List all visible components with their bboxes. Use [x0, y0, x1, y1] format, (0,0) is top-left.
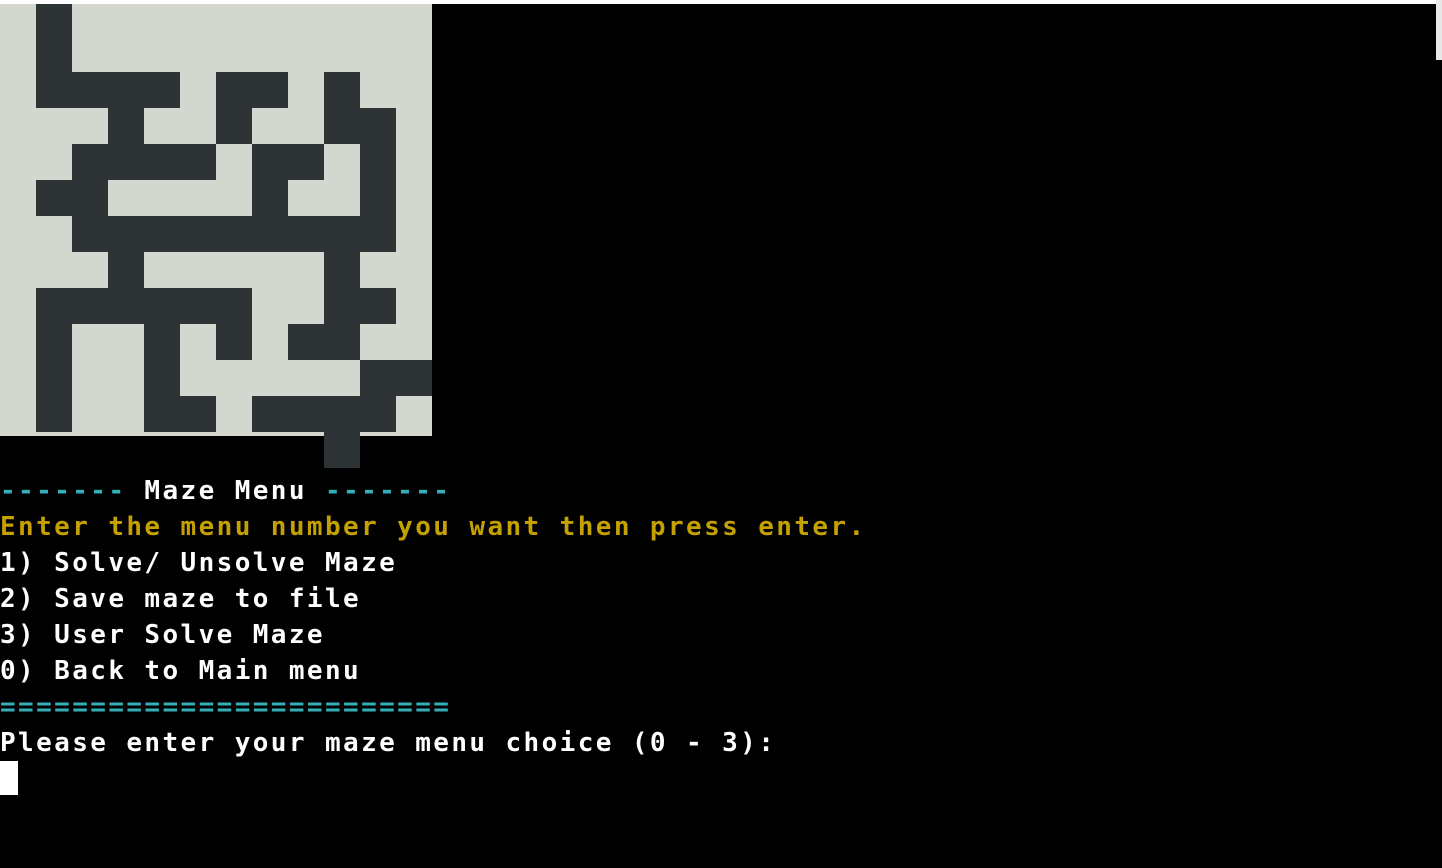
menu-option-solve: 1) Solve/ Unsolve Maze [0, 548, 398, 578]
maze-wall-cell [108, 288, 144, 324]
menu-title: Maze Menu [126, 476, 325, 506]
maze-wall-cell [72, 180, 108, 216]
maze-wall-cell [360, 108, 396, 144]
maze-wall-cell [252, 216, 288, 252]
maze-wall-cell [36, 288, 72, 324]
maze-wall-cell [72, 72, 108, 108]
maze-wall-cell [36, 36, 72, 72]
maze-wall-cell [108, 144, 144, 180]
maze-wall-cell [324, 432, 360, 468]
maze-wall-cell [216, 288, 252, 324]
maze-wall-cell [144, 360, 180, 396]
maze-wall-cell [360, 144, 396, 180]
maze-wall-cell [36, 324, 72, 360]
maze-wall-cell [144, 72, 180, 108]
menu-option-save: 2) Save maze to file [0, 584, 362, 614]
maze-wall-cell [360, 180, 396, 216]
maze-wall-cell [360, 216, 396, 252]
maze-wall-cell [216, 108, 252, 144]
maze-wall-cell [36, 4, 72, 40]
maze-wall-cell [216, 216, 252, 252]
maze-wall-cell [288, 216, 324, 252]
maze-wall-cell [108, 72, 144, 108]
maze-wall-cell [144, 396, 180, 432]
maze-wall-cell [36, 180, 72, 216]
maze-wall-cell [180, 396, 216, 432]
maze-wall-cell [252, 144, 288, 180]
maze-wall-cell [360, 288, 396, 324]
maze-wall-cell [288, 324, 324, 360]
maze-wall-cell [252, 180, 288, 216]
maze-wall-cell [72, 144, 108, 180]
menu-instruction: Enter the menu number you want then pres… [0, 512, 867, 542]
menu-separator: ========================= [0, 692, 452, 722]
maze-wall-cell [180, 144, 216, 180]
maze-wall-cell [324, 400, 360, 436]
maze-wall-cell [252, 72, 288, 108]
maze-wall-cell [108, 216, 144, 252]
maze-wall-cell [144, 324, 180, 360]
maze-wall-cell [324, 288, 360, 324]
maze-wall-cell [324, 72, 360, 108]
maze-wall-cell [252, 396, 288, 432]
maze-wall-cell [144, 288, 180, 324]
maze-wall-cell [180, 288, 216, 324]
menu-option-back: 0) Back to Main menu [0, 656, 362, 686]
menu-option-user-solve: 3) User Solve Maze [0, 620, 325, 650]
maze-grid [0, 4, 432, 468]
maze-wall-cell [144, 216, 180, 252]
maze-wall-cell [324, 252, 360, 288]
maze-wall-cell [36, 72, 72, 108]
maze-wall-cell [36, 360, 72, 396]
maze-wall-cell [180, 216, 216, 252]
menu-header: ------- Maze Menu ------- [0, 473, 451, 509]
menu-prompt: Please enter your maze menu choice (0 - … [0, 728, 777, 758]
menu-header-left-rule: ------- [0, 476, 127, 506]
maze-wall-cell [360, 360, 396, 396]
terminal-window[interactable]: ------- Maze Menu ------- Enter the menu… [0, 0, 1442, 868]
maze-wall-cell [216, 324, 252, 360]
maze-wall-cell [360, 396, 396, 432]
maze-wall-cell [108, 252, 144, 288]
maze-wall-cell [288, 396, 324, 432]
maze-wall-cell [324, 324, 360, 360]
maze-wall-cell [324, 108, 360, 144]
maze-wall-cell [396, 360, 432, 396]
maze-wall-cell [72, 288, 108, 324]
maze-wall-cell [288, 144, 324, 180]
maze-wall-cell [72, 216, 108, 252]
maze-wall-cell [108, 108, 144, 144]
maze-wall-cell [36, 396, 72, 432]
menu-header-right-rule: ------- [324, 476, 452, 506]
scrollbar[interactable] [1436, 0, 1442, 60]
maze-wall-cell [216, 72, 252, 108]
maze-wall-cell [144, 144, 180, 180]
input-cursor[interactable] [0, 761, 18, 795]
maze-wall-cell [324, 216, 360, 252]
